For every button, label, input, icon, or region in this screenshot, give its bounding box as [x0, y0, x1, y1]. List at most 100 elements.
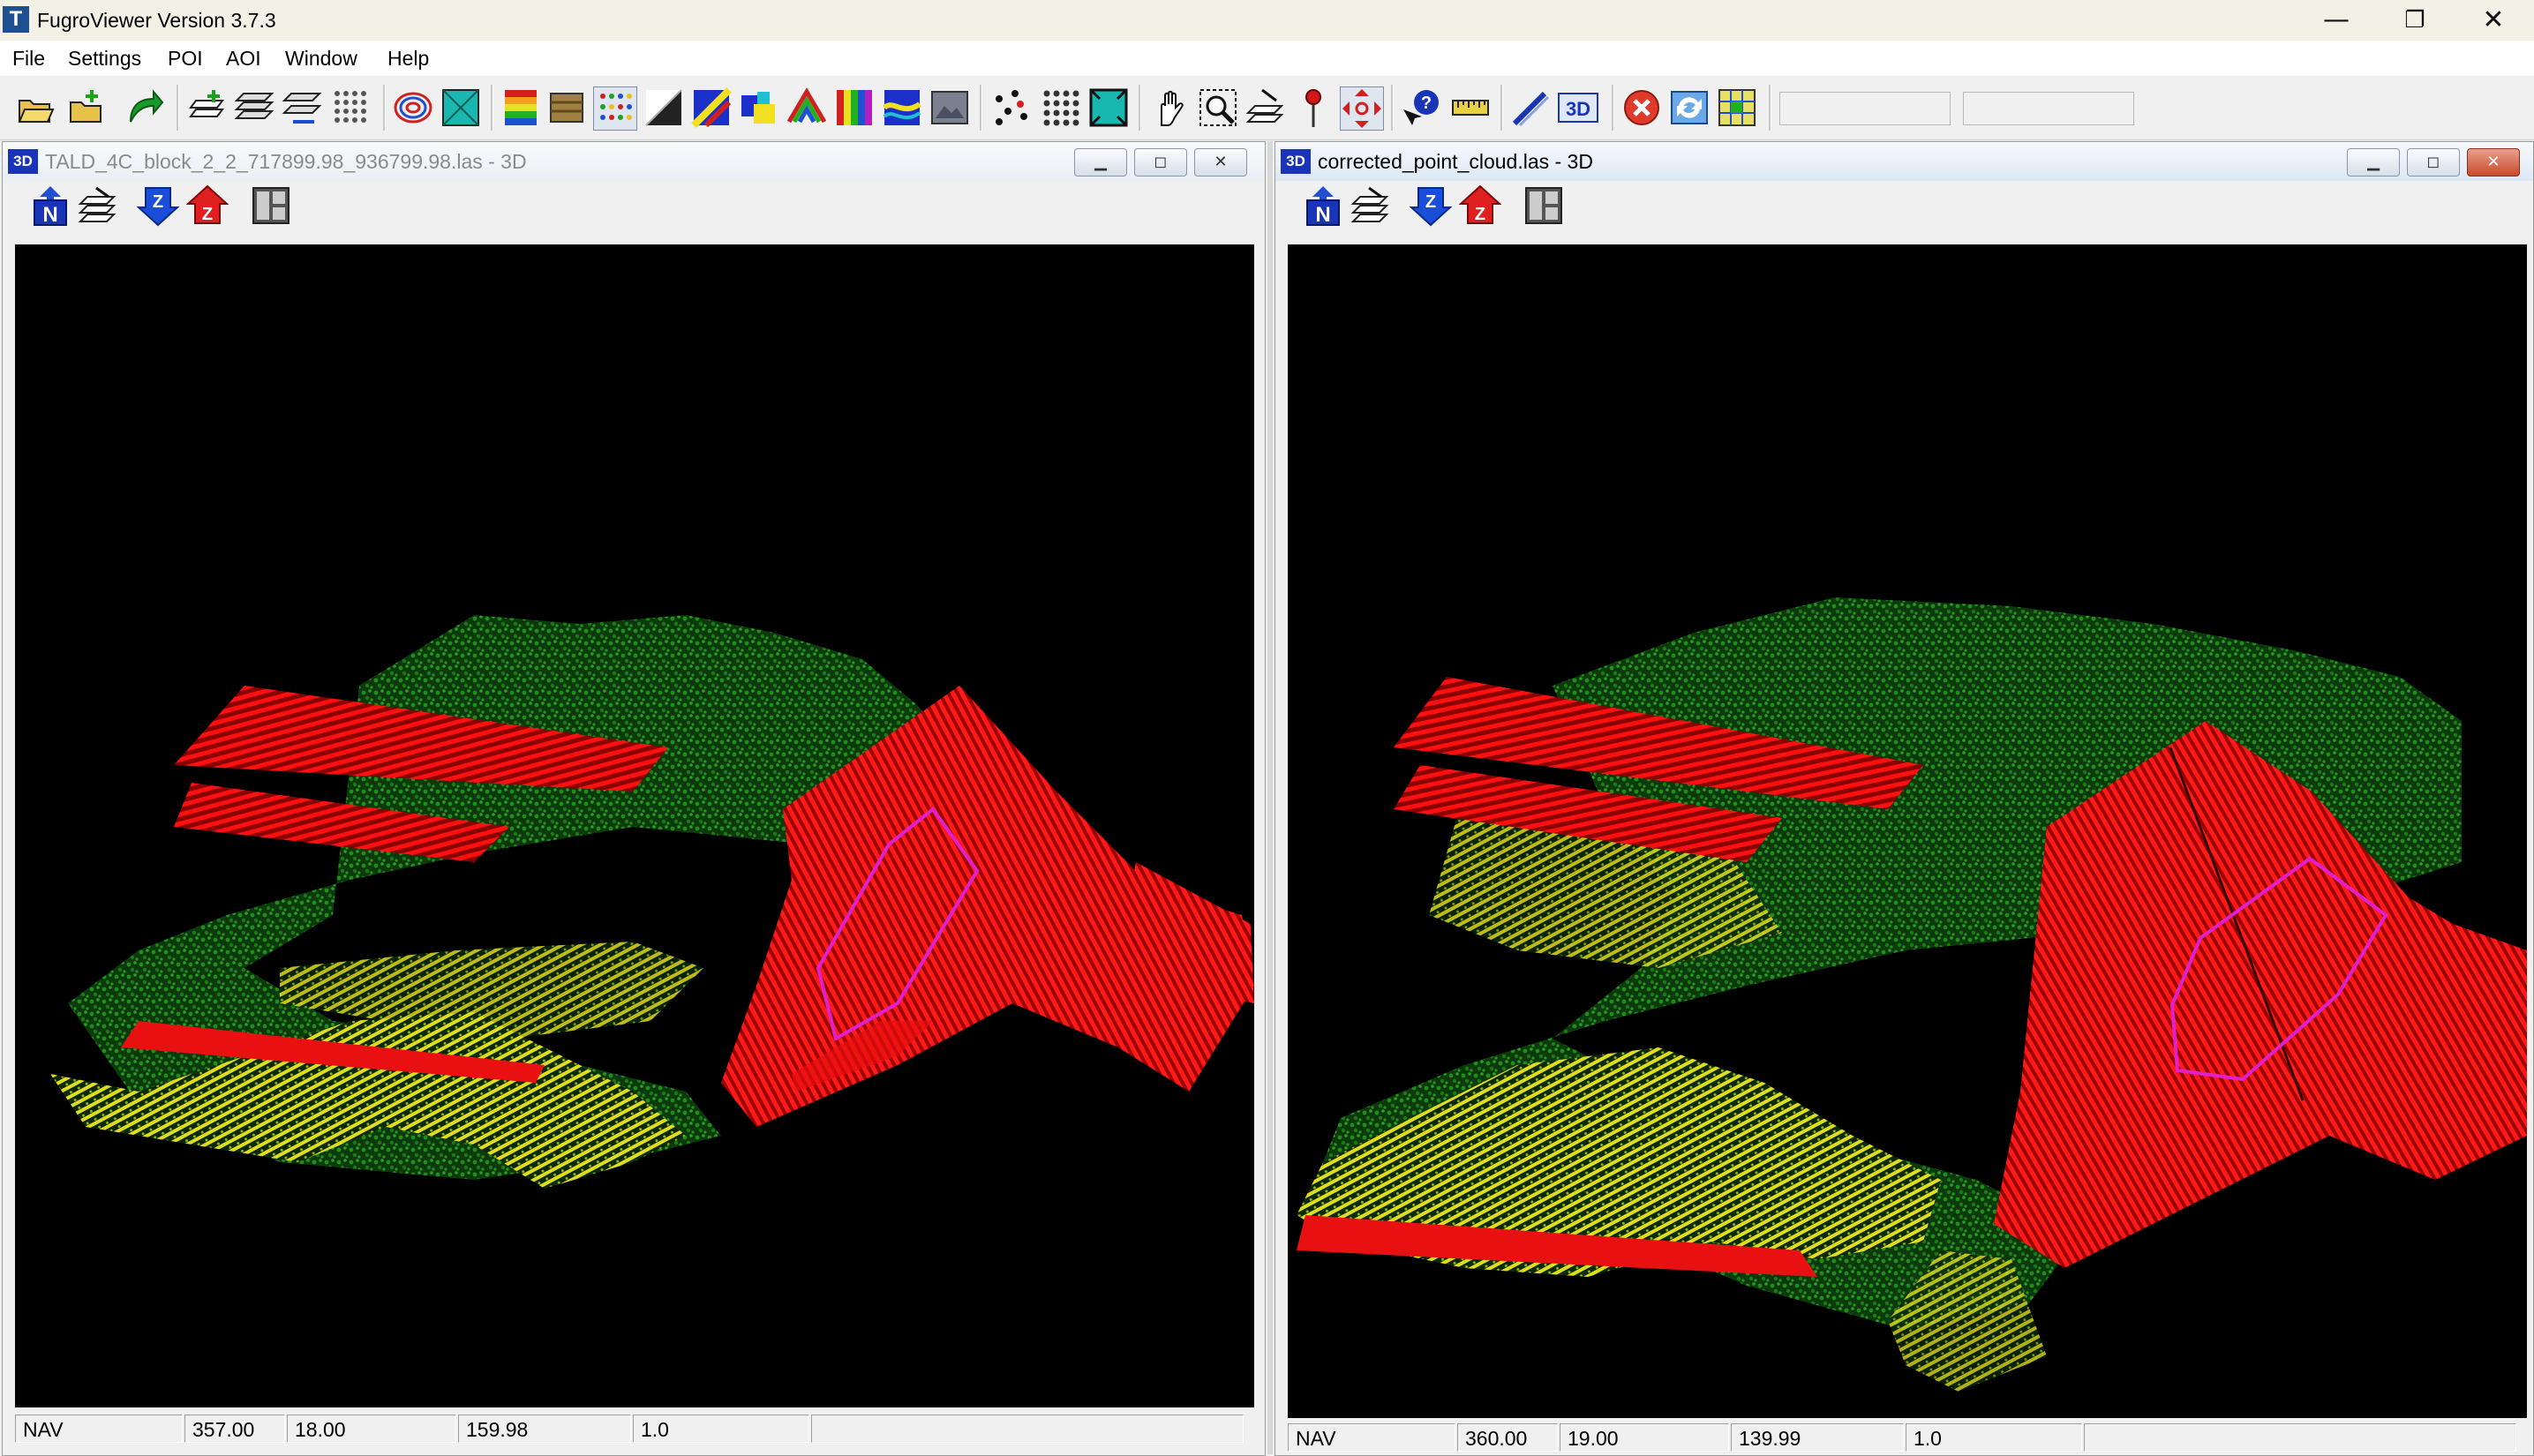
window-close-button[interactable]: ✕	[1194, 148, 1247, 176]
status-scale: 1.0	[633, 1415, 809, 1443]
window-close-button[interactable]: ✕	[2467, 148, 2520, 176]
redo-arrow-icon[interactable]	[124, 86, 166, 129]
contour-icon[interactable]	[392, 86, 434, 129]
tin-surface-icon[interactable]	[440, 86, 482, 129]
window-minimize-button[interactable]: ▁	[2347, 148, 2400, 176]
open-add-icon[interactable]	[65, 86, 108, 129]
point-cloud-render[interactable]	[15, 244, 1254, 1407]
window-title: TALD_4C_block_2_2_717899.98_936799.98.la…	[45, 150, 527, 173]
status-extra	[811, 1415, 1244, 1443]
poi-pin-icon[interactable]	[1292, 86, 1335, 129]
draw-line-icon[interactable]	[1509, 86, 1552, 129]
svg-text:Z: Z	[153, 192, 163, 212]
window-maximize-button[interactable]: ◻	[2407, 148, 2460, 176]
status-scale: 1.0	[1906, 1423, 2082, 1452]
status-mode: NAV	[15, 1415, 183, 1443]
color-image-icon[interactable]	[929, 86, 971, 129]
svg-text:Z: Z	[202, 205, 213, 224]
window-3d-icon: 3D	[1281, 149, 1311, 174]
status-pitch: 19.00	[1560, 1423, 1729, 1452]
color-rainbow-icon[interactable]	[786, 86, 828, 129]
z-down-icon[interactable]: Z	[1410, 184, 1452, 227]
window-maximize-button[interactable]: ◻	[1134, 148, 1187, 176]
toolbar-separator	[1391, 85, 1394, 131]
toolbar-separator	[980, 85, 982, 131]
menu-poi[interactable]: POI	[168, 46, 203, 71]
view-3d-icon[interactable]: 3D	[1557, 86, 1599, 129]
point-cloud-render[interactable]	[1288, 244, 2527, 1418]
classification-icon[interactable]	[593, 86, 637, 131]
z-down-icon[interactable]: Z	[137, 184, 179, 227]
z-up-icon[interactable]: Z	[186, 184, 229, 227]
toolbar-separator	[177, 85, 179, 131]
point-cloud-viewport[interactable]	[1288, 244, 2527, 1418]
color-rgb-icon[interactable]	[690, 86, 733, 129]
menu-bar: File Settings POI AOI Window Help	[0, 41, 2534, 76]
north-up-icon[interactable]: N	[29, 184, 71, 227]
svg-text:Z: Z	[1425, 192, 1436, 212]
menu-window[interactable]: Window	[285, 46, 357, 71]
layers-icon[interactable]	[233, 86, 275, 129]
restore-button[interactable]: ❐	[2376, 0, 2454, 41]
menu-help[interactable]: Help	[387, 46, 429, 71]
svg-text:?: ?	[1421, 94, 1432, 113]
status-bar: NAV 357.00 18.00 159.98 1.0	[15, 1413, 1254, 1445]
window-title-bar: 3D corrected_point_cloud.las - 3D ▁ ◻ ✕	[1275, 142, 2533, 181]
add-layer-icon[interactable]	[185, 86, 228, 129]
minimize-button[interactable]: —	[2297, 0, 2375, 41]
menu-aoi[interactable]: AOI	[226, 46, 261, 71]
status-mode: NAV	[1288, 1423, 1455, 1452]
toolbar-field[interactable]	[1779, 92, 1951, 125]
window-minimize-button[interactable]: ▁	[1074, 148, 1127, 176]
split-view-icon[interactable]	[1523, 184, 1565, 227]
close-button[interactable]: ✕	[2455, 0, 2532, 41]
profile-icon[interactable]	[1244, 86, 1287, 129]
toolbar-separator	[1769, 85, 1771, 131]
color-flight-icon[interactable]	[881, 86, 923, 129]
status-extra	[2084, 1423, 2516, 1452]
slope-icon[interactable]	[643, 86, 685, 129]
stop-icon[interactable]	[1620, 86, 1663, 129]
svg-text:3D: 3D	[1566, 98, 1590, 120]
point-matrix-icon[interactable]	[1040, 86, 1082, 129]
svg-text:N: N	[42, 203, 57, 227]
split-view-icon[interactable]	[250, 184, 292, 227]
toolbar-separator	[1612, 85, 1614, 131]
menu-file[interactable]: File	[12, 46, 45, 71]
elevation-ramp-icon[interactable]	[500, 86, 542, 129]
layer-stack-icon[interactable]	[77, 184, 119, 227]
app-title-bar: T FugroViewer Version 3.7.3 — ❐ ✕	[0, 0, 2534, 41]
open-folder-icon[interactable]	[14, 86, 56, 129]
toolbar-separator	[491, 85, 493, 131]
svg-text:N: N	[1315, 203, 1330, 227]
point-grid-icon[interactable]	[330, 86, 372, 129]
points-icon[interactable]	[990, 86, 1033, 129]
surface-fill-icon[interactable]	[1087, 86, 1130, 129]
center-target-icon[interactable]	[1340, 86, 1384, 131]
window-title-bar: 3D TALD_4C_block_2_2_717899.98_936799.98…	[3, 142, 1265, 181]
color-bars-icon[interactable]	[833, 86, 876, 129]
window-splitter[interactable]	[1267, 141, 1273, 1454]
z-up-icon[interactable]: Z	[1459, 184, 1501, 227]
layer-stack-icon[interactable]	[1350, 184, 1392, 227]
refresh-icon[interactable]	[1668, 86, 1711, 129]
north-up-icon[interactable]: N	[1302, 184, 1344, 227]
layers-swap-icon[interactable]	[281, 86, 323, 129]
toolbar-separator	[1500, 85, 1503, 131]
color-return-icon[interactable]	[738, 86, 780, 129]
status-distance: 139.99	[1731, 1423, 1904, 1452]
menu-settings[interactable]: Settings	[68, 46, 141, 71]
identify-icon[interactable]: ?	[1400, 86, 1442, 129]
toolbar-field[interactable]	[1963, 92, 2134, 125]
status-heading: 360.00	[1457, 1423, 1558, 1452]
intensity-icon[interactable]	[545, 86, 588, 129]
grid-map-icon[interactable]	[1716, 86, 1758, 129]
viewer-window-right[interactable]: 3D corrected_point_cloud.las - 3D ▁ ◻ ✕ …	[1275, 141, 2534, 1456]
measure-ruler-icon[interactable]	[1449, 86, 1492, 129]
app-icon: T	[3, 6, 29, 33]
zoom-box-icon[interactable]	[1197, 86, 1239, 129]
pan-hand-icon[interactable]	[1149, 86, 1192, 129]
svg-text:Z: Z	[1475, 205, 1485, 224]
point-cloud-viewport[interactable]	[15, 244, 1254, 1407]
viewer-window-left[interactable]: 3D TALD_4C_block_2_2_717899.98_936799.98…	[2, 141, 1266, 1456]
